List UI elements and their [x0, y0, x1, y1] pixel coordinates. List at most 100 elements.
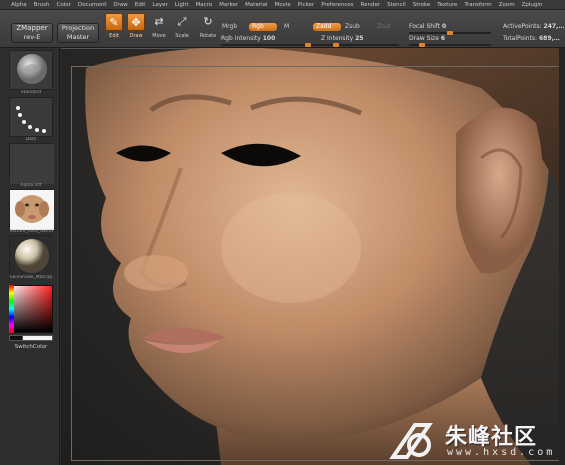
projection-master-button[interactable]: Projection Master — [57, 23, 99, 43]
brush-thumbnail[interactable] — [9, 50, 53, 90]
menu-layer[interactable]: Layer — [152, 0, 167, 9]
scale-tool-button[interactable]: ⤢ Scale — [172, 13, 192, 47]
rgb-intensity-slider[interactable]: Rgb Intensity 100 — [221, 35, 275, 42]
projection-label: Projection — [61, 24, 95, 32]
menu-render[interactable]: Render — [361, 0, 381, 9]
rgb-intensity-label: Rgb Intensity — [221, 35, 261, 42]
material-thumbnail[interactable] — [9, 235, 54, 276]
material-label: SkinShade_Matcap — [9, 275, 53, 280]
menu-texture[interactable]: Texture — [437, 0, 457, 9]
move-icon: ⇄ — [154, 15, 164, 28]
menu-zplugin[interactable]: Zplugin — [522, 0, 543, 9]
menu-material[interactable]: Material — [245, 0, 267, 9]
color-picker[interactable] — [9, 285, 53, 333]
viewport-scrollbar[interactable] — [559, 48, 565, 465]
texture-thumbnail[interactable] — [9, 189, 54, 230]
zmapper-button[interactable]: ZMapper rev-E — [11, 23, 53, 43]
draw-size-value: 6 — [440, 35, 446, 42]
zcut-toggle[interactable]: Zcut — [374, 23, 394, 31]
rgb-toggle[interactable]: Rgb — [249, 23, 277, 31]
active-points-value: 247,… — [543, 23, 565, 30]
z-intensity-slider[interactable]: Z Intensity 25 — [321, 35, 363, 42]
left-tray: Standard Dots Alpha Off Texture_Face_Nec… — [0, 48, 60, 465]
menu-picker[interactable]: Picker — [298, 0, 314, 9]
rotate-icon: ↻ — [203, 15, 213, 28]
menu-preferences[interactable]: Preferences — [321, 0, 353, 9]
menu-brush[interactable]: Brush — [34, 0, 50, 9]
alpha-thumbnail[interactable] — [9, 143, 54, 184]
move-tool-label: Move — [152, 33, 166, 39]
document-frame — [71, 66, 561, 461]
watermark-logo-icon — [389, 423, 433, 459]
draw-tool-label: Draw — [129, 33, 143, 39]
focal-shift-track[interactable] — [409, 31, 491, 35]
rgb-intensity-value: 100 — [262, 35, 276, 42]
menu-edit[interactable]: Edit — [135, 0, 146, 9]
rgb-intensity-track[interactable] — [221, 43, 313, 47]
total-points-readout: TotalPoints: 689,… — [503, 35, 560, 42]
scale-tool-label: Scale — [175, 33, 189, 39]
alpha-icon — [10, 144, 54, 184]
total-points-value: 689,… — [538, 35, 560, 42]
draw-tool-button[interactable]: ✥ Draw — [126, 13, 146, 47]
m-toggle[interactable]: M — [281, 23, 292, 31]
zsub-toggle[interactable]: Zsub — [342, 23, 363, 31]
draw-size-slider[interactable]: Draw Size 6 — [409, 35, 445, 42]
edit-icon: ✎ — [105, 13, 123, 31]
menu-document[interactable]: Document — [78, 0, 107, 9]
material-sphere-icon — [10, 236, 54, 276]
draw-size-label: Draw Size — [409, 35, 439, 42]
menu-movie[interactable]: Movie — [275, 0, 291, 9]
canvas-viewport[interactable] — [61, 48, 565, 465]
draw-icon: ✥ — [127, 13, 145, 31]
menu-macro[interactable]: Macro — [196, 0, 213, 9]
texture-icon — [10, 190, 54, 230]
menu-transform[interactable]: Transform — [464, 0, 491, 9]
move-tool-button[interactable]: ⇄ Move — [149, 13, 169, 47]
menu-light[interactable]: Light — [175, 0, 189, 9]
active-points-label: ActivePoints: — [503, 23, 542, 30]
stroke-thumbnail[interactable] — [9, 97, 53, 137]
rgb-intensity-knob[interactable] — [305, 43, 311, 47]
master-label: Master — [66, 33, 90, 41]
secondary-color-swatch[interactable] — [22, 335, 53, 341]
draw-size-track[interactable] — [409, 43, 491, 47]
z-intensity-track[interactable] — [313, 43, 399, 47]
standard-brush-icon — [17, 54, 47, 84]
brush-label: Standard — [20, 90, 42, 95]
menu-color[interactable]: Color — [57, 0, 71, 9]
menu-stencil[interactable]: Stencil — [387, 0, 406, 9]
z-intensity-value: 25 — [355, 35, 364, 42]
rotate-tool-label: Rotate — [199, 33, 217, 39]
z-intensity-knob[interactable] — [333, 43, 339, 47]
focal-shift-slider[interactable]: Focal Shift 0 — [409, 23, 446, 30]
mrgb-toggle[interactable]: Mrgb — [219, 23, 240, 31]
rotate-tool-button[interactable]: ↻ Rotate — [196, 13, 220, 47]
menu-alpha[interactable]: Alpha — [11, 0, 27, 9]
zmapper-rev: rev-E — [23, 33, 41, 41]
top-shelf: ZMapper rev-E Projection Master ✎ Edit ✥… — [0, 10, 565, 48]
menu-zoom[interactable]: Zoom — [499, 0, 515, 9]
edit-tool-button[interactable]: ✎ Edit — [104, 13, 124, 47]
menu-bar: Alpha Brush Color Document Draw Edit Lay… — [0, 0, 565, 10]
focal-shift-label: Focal Shift — [409, 23, 441, 30]
menu-stroke[interactable]: Stroke — [413, 0, 431, 9]
watermark: 朱峰社区 www.hxsd.com — [385, 417, 563, 463]
dots-stroke-icon — [16, 106, 46, 133]
active-points-readout: ActivePoints: 247,… — [503, 23, 564, 30]
zadd-toggle[interactable]: Zadd — [313, 23, 341, 31]
hue-strip[interactable] — [9, 285, 14, 333]
stroke-label: Dots — [25, 137, 37, 142]
menu-draw[interactable]: Draw — [113, 0, 127, 9]
menu-marker[interactable]: Marker — [219, 0, 238, 9]
zmapper-label: ZMapper — [16, 24, 48, 32]
focal-shift-knob[interactable] — [447, 31, 453, 35]
switch-color-button[interactable]: SwitchColor — [9, 344, 53, 350]
watermark-url: www.hxsd.com — [447, 447, 556, 458]
draw-size-knob[interactable] — [419, 43, 425, 47]
z-intensity-label: Z Intensity — [321, 35, 354, 42]
edit-tool-label: Edit — [109, 33, 119, 39]
texture-label: Texture_Face_Nechan — [9, 229, 53, 234]
scale-icon: ⤢ — [177, 15, 187, 28]
focal-shift-value: 0 — [442, 23, 447, 30]
